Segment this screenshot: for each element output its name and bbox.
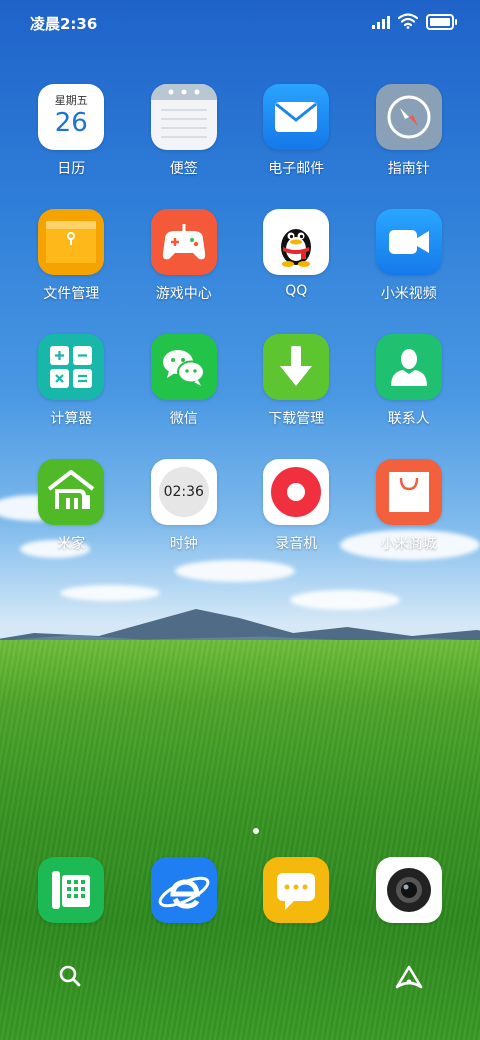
camera-icon <box>375 857 442 923</box>
dock-browser[interactable] <box>128 857 241 927</box>
signal-icon <box>372 15 390 29</box>
app-label: 小米视频 <box>380 286 437 302</box>
mail-icon <box>263 84 330 150</box>
app-qq[interactable]: QQ <box>240 209 353 309</box>
app-label: 米家 <box>57 536 86 552</box>
app-contacts[interactable]: 联系人 <box>353 334 466 434</box>
app-label: 时钟 <box>169 536 198 552</box>
app-label: 录音机 <box>275 536 318 552</box>
wifi-icon <box>398 13 418 29</box>
app-compass[interactable]: 指南针 <box>353 84 466 184</box>
app-label: 计算器 <box>50 411 93 427</box>
mijia-home-icon <box>38 459 105 525</box>
calendar-icon: 星期五 26 <box>38 84 105 150</box>
app-email[interactable]: 电子邮件 <box>240 84 353 184</box>
assistant-icon[interactable] <box>395 964 423 990</box>
folder-icon <box>38 209 105 275</box>
gamepad-icon <box>150 209 217 275</box>
clock-icon: 02:36 <box>150 459 217 525</box>
search-icon[interactable] <box>58 964 82 988</box>
app-label: 联系人 <box>387 411 430 427</box>
wechat-icon <box>150 334 217 400</box>
app-label: 游戏中心 <box>155 286 212 302</box>
app-file-manager[interactable]: 文件管理 <box>15 209 128 309</box>
app-mi-store[interactable]: 小米商城 <box>353 459 466 559</box>
home-screen: 凌晨2:36 星期五 26 日历 便签 电子邮件 指南针 文件管理 游戏中心 Q… <box>0 0 480 1040</box>
app-label: 指南针 <box>387 161 430 177</box>
dock-camera[interactable] <box>353 857 466 927</box>
contact-person-icon <box>375 334 442 400</box>
app-calendar[interactable]: 星期五 26 日历 <box>15 84 128 184</box>
app-download-manager[interactable]: 下载管理 <box>240 334 353 434</box>
compass-icon <box>375 84 442 150</box>
messages-icon <box>263 857 330 923</box>
app-calculator[interactable]: 计算器 <box>15 334 128 434</box>
battery-icon <box>426 14 457 30</box>
notes-icon <box>150 84 217 150</box>
browser-icon <box>150 857 217 923</box>
app-label: 便签 <box>169 161 198 177</box>
wallpaper-cloud <box>60 585 160 601</box>
calendar-weekday: 星期五 <box>54 94 88 107</box>
app-label: QQ <box>285 283 308 299</box>
app-notes[interactable]: 便签 <box>128 84 241 184</box>
app-clock[interactable]: 02:36 时钟 <box>128 459 241 559</box>
dock <box>15 857 465 927</box>
app-label: 微信 <box>169 411 198 427</box>
app-label: 电子邮件 <box>268 161 325 177</box>
dock-messages[interactable] <box>240 857 353 927</box>
app-label: 文件管理 <box>43 286 100 302</box>
phone-icon <box>38 857 105 923</box>
status-time: 凌晨2:36 <box>30 15 98 33</box>
app-label: 小米商城 <box>380 536 437 552</box>
wallpaper-cloud <box>290 590 400 610</box>
app-grid: 星期五 26 日历 便签 电子邮件 指南针 文件管理 游戏中心 QQ 小米视频 … <box>15 84 465 559</box>
download-arrow-icon <box>263 334 330 400</box>
video-camera-icon <box>375 209 442 275</box>
app-mijia[interactable]: 米家 <box>15 459 128 559</box>
calendar-day: 26 <box>54 108 88 138</box>
app-label: 下载管理 <box>268 411 325 427</box>
app-game-center[interactable]: 游戏中心 <box>128 209 241 309</box>
app-label: 日历 <box>57 161 86 177</box>
shopping-bag-icon <box>375 459 442 525</box>
status-bar: 凌晨2:36 <box>0 0 480 44</box>
wallpaper-cloud <box>175 560 295 582</box>
dock-phone[interactable] <box>15 857 128 927</box>
recorder-icon <box>263 459 330 525</box>
app-mi-video[interactable]: 小米视频 <box>353 209 466 309</box>
clock-time: 02:36 <box>158 467 209 517</box>
app-wechat[interactable]: 微信 <box>128 334 241 434</box>
app-recorder[interactable]: 录音机 <box>240 459 353 559</box>
qq-penguin-icon <box>263 209 330 275</box>
page-indicator[interactable] <box>253 828 259 834</box>
calculator-icon <box>38 334 105 400</box>
